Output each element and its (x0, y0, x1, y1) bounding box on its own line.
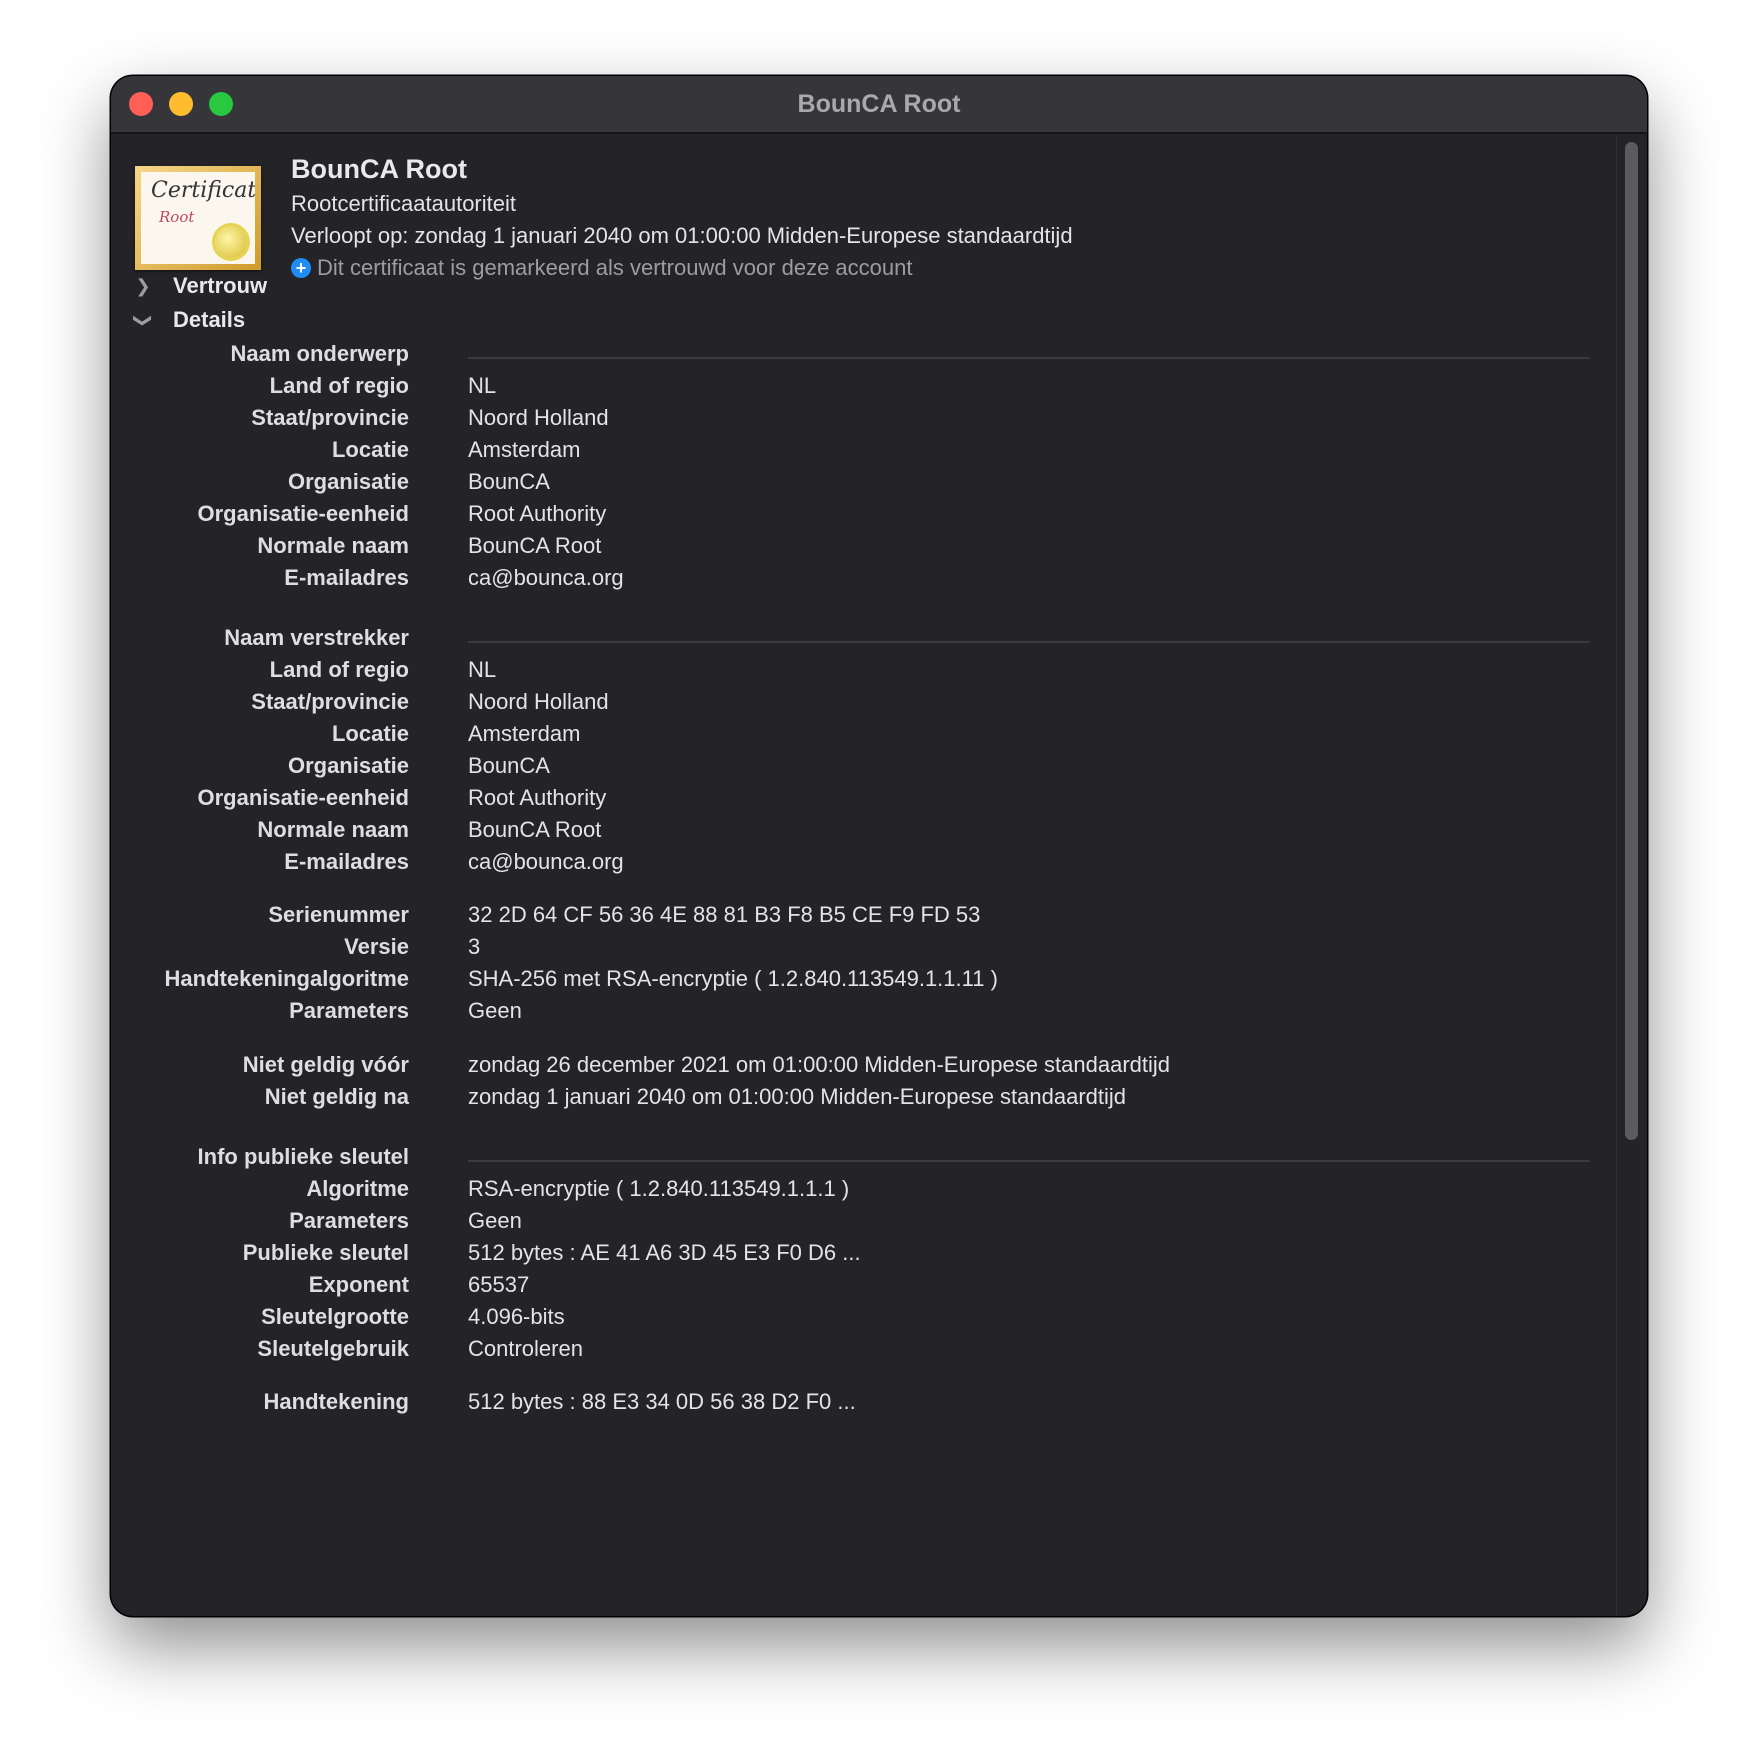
field-value: Noord Holland (468, 689, 609, 714)
field-label: Staat/provincie (251, 405, 409, 430)
subject-heading: Naam onderwerp (230, 341, 410, 366)
certificate-type: Rootcertificaatautoriteit (291, 191, 516, 216)
trust-disclosure[interactable]: ❯ Vertrouw (131, 273, 267, 299)
details-section-label: Details (173, 307, 246, 332)
field-label: Locatie (331, 437, 409, 462)
pubkey-divider (468, 1160, 1590, 1162)
chevron-right-icon: ❯ (135, 275, 151, 296)
signature-algorithm: SHA-256 met RSA-encryptie ( 1.2.840.1135… (468, 966, 998, 991)
field-value: NL (468, 373, 497, 398)
certificate-icon-subtext: Root (159, 208, 195, 226)
field-label: Parameters (289, 998, 409, 1023)
field-value: Controleren (468, 1336, 583, 1361)
field-value: BounCA (468, 469, 550, 494)
parameters: Geen (468, 998, 522, 1023)
details-disclosure[interactable]: ❯ Details (131, 307, 246, 333)
certificate-icon-text: Certificate (151, 178, 255, 203)
field-value: BounCA (468, 753, 550, 778)
version: 3 (468, 934, 481, 959)
field-label: Publieke sleutel (242, 1240, 409, 1265)
field-label: Niet geldig vóór (242, 1052, 409, 1077)
field-value: Amsterdam (468, 721, 581, 746)
field-label: Algoritme (306, 1176, 409, 1201)
field-label: Organisatie-eenheid (197, 501, 409, 526)
field-label: Organisatie-eenheid (197, 785, 409, 810)
field-label: Exponent (308, 1272, 409, 1297)
trust-status: + Dit certificaat is gemarkeerd als vert… (291, 255, 912, 281)
field-value: 65537 (468, 1272, 530, 1297)
field-label: E-mailadres (284, 565, 409, 590)
field-label: Land of regio (269, 657, 409, 682)
field-label: Parameters (289, 1208, 409, 1233)
field-label: Locatie (331, 721, 409, 746)
signature-value: 512 bytes : 88 E3 34 0D 56 38 D2 F0 ... (468, 1389, 856, 1414)
scrollbar[interactable] (1616, 134, 1647, 1616)
certificate-expiry: Verloopt op: zondag 1 januari 2040 om 01… (291, 223, 1073, 248)
serial-number: 32 2D 64 CF 56 36 4E 88 81 B3 F8 B5 CE F… (468, 902, 981, 927)
chevron-down-icon: ❯ (133, 312, 154, 328)
certificate-icon: Certificate Root (135, 166, 261, 270)
field-value: RSA-encryptie ( 1.2.840.113549.1.1.1 ) (468, 1176, 850, 1201)
field-label: Handtekeningalgoritme (164, 966, 409, 991)
field-label: Staat/provincie (251, 689, 409, 714)
field-value: Amsterdam (468, 437, 581, 462)
plus-circle-icon: + (291, 258, 311, 278)
field-value: Root Authority (468, 501, 607, 526)
scrollbar-thumb[interactable] (1625, 142, 1638, 1140)
trust-section-label: Vertrouw (173, 273, 268, 298)
certificate-name: BounCA Root (291, 154, 467, 184)
issuer-heading: Naam verstrekker (224, 625, 409, 650)
field-value: BounCA Root (468, 533, 602, 558)
not-valid-after: zondag 1 januari 2040 om 01:00:00 Midden… (468, 1084, 1127, 1109)
field-label: Serienummer (268, 902, 409, 927)
field-value: NL (468, 657, 497, 682)
field-label: Organisatie (287, 753, 409, 778)
field-label: Land of regio (269, 373, 409, 398)
seal-icon (215, 226, 247, 258)
pubkey-heading: Info publieke sleutel (197, 1144, 409, 1169)
issuer-divider (468, 641, 1590, 643)
field-label: Niet geldig na (264, 1084, 409, 1109)
subject-divider (468, 357, 1590, 359)
field-value: ca@bounca.org (468, 849, 624, 874)
field-label: Organisatie (287, 469, 409, 494)
field-label: Normale naam (257, 817, 409, 842)
not-valid-before: zondag 26 december 2021 om 01:00:00 Midd… (468, 1052, 1171, 1077)
field-label: Handtekening (263, 1389, 409, 1414)
field-label: E-mailadres (284, 849, 409, 874)
field-value: Geen (468, 1208, 522, 1233)
field-value: BounCA Root (468, 817, 602, 842)
window-title: BounCA Root (797, 90, 961, 118)
trust-status-text: Dit certificaat is gemarkeerd als vertro… (317, 255, 913, 280)
field-value: Noord Holland (468, 405, 609, 430)
field-label: Normale naam (257, 533, 409, 558)
field-label: Sleutelgrootte (261, 1304, 409, 1329)
field-value: Root Authority (468, 785, 607, 810)
certificate-window: BounCA Root Certificate Root BounCA Root… (111, 76, 1647, 1616)
field-value: ca@bounca.org (468, 565, 624, 590)
certificate-content: Certificate Root BounCA Root Rootcertifi… (111, 134, 1647, 1616)
field-label: Versie (344, 934, 409, 959)
field-value: 512 bytes : AE 41 A6 3D 45 E3 F0 D6 ... (468, 1240, 861, 1265)
field-value: 4.096-bits (468, 1304, 565, 1329)
title-bar[interactable]: BounCA Root (111, 76, 1647, 134)
field-label: Sleutelgebruik (257, 1336, 409, 1361)
